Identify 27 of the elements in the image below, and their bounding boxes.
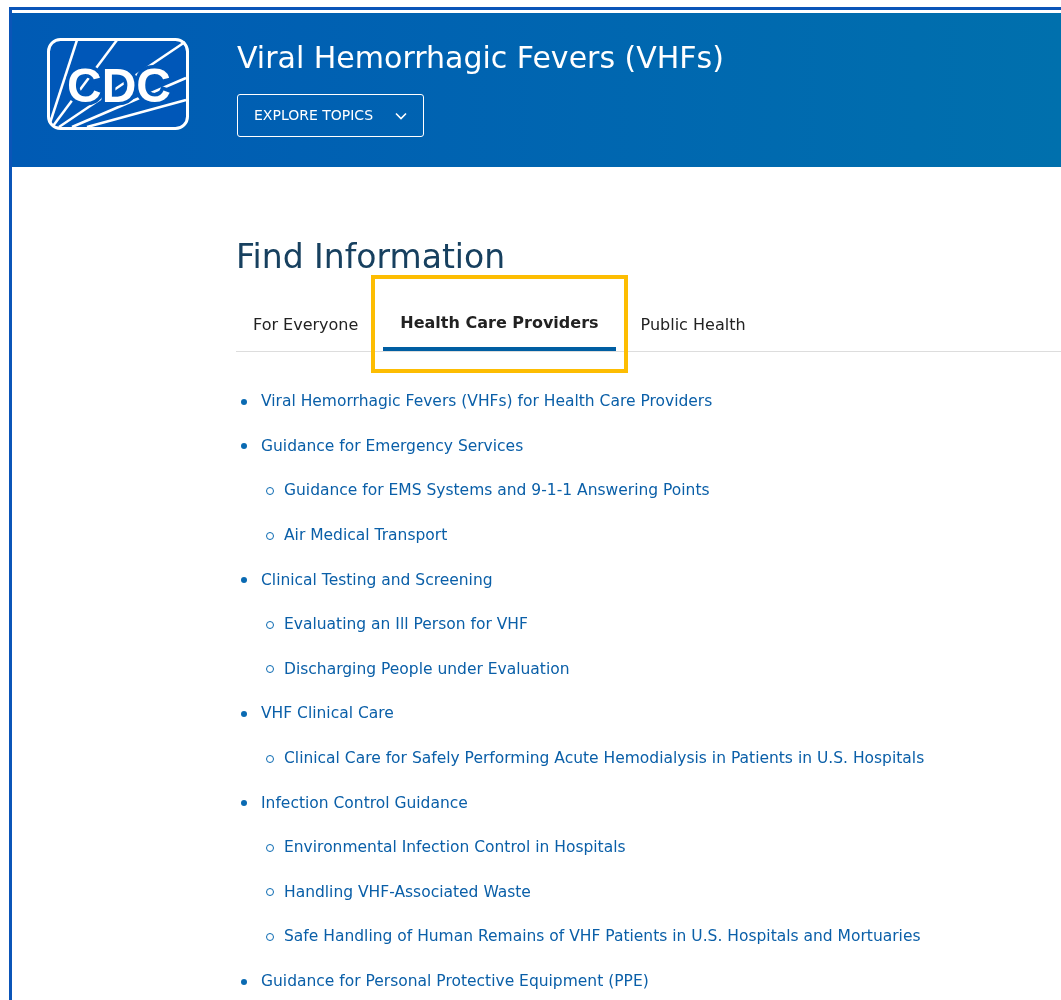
topic-link[interactable]: Discharging People under Evaluation <box>284 657 570 682</box>
topic-link[interactable]: Clinical Testing and Screening <box>261 568 493 592</box>
bullet-icon <box>241 577 247 584</box>
topic-link[interactable]: Guidance for Emergency Services <box>261 434 524 459</box>
bullet-icon <box>241 800 247 807</box>
topic-link[interactable]: Guidance for EMS Systems and 9-1-1 Answering Points <box>284 479 710 503</box>
topic-link[interactable]: Environmental Infection Control in Hospitals <box>284 836 626 860</box>
page-title: Viral Hemorrhagic Fevers (VHFs) <box>237 40 724 76</box>
bullet-icon <box>241 978 247 985</box>
topic-link[interactable]: Evaluating an Ill Person for VHF <box>284 613 528 637</box>
topic-link[interactable]: Guidance for Personal Protective Equipment (PPE) <box>261 970 649 994</box>
topic-link[interactable]: Air Medical Transport <box>284 524 448 548</box>
topic-link[interactable]: Viral Hemorrhagic Fevers (VHFs) for Health Care Providers <box>261 390 713 414</box>
topic-link[interactable]: Safe Handling of Human Remains of VHF Patients in U.S. Hospitals and Mortuaries <box>284 925 921 949</box>
explore-topics-button[interactable]: EXPLORE TOPICS <box>237 94 425 137</box>
topic-link[interactable]: Infection Control Guidance <box>261 791 468 815</box>
section-heading: Find Information <box>236 237 507 277</box>
tab[interactable]: Public Health <box>623 304 763 351</box>
chevron-down-icon <box>395 111 408 120</box>
bullet-icon <box>241 711 247 718</box>
tab[interactable]: Health Care Providers <box>383 302 616 351</box>
topic-link[interactable]: Clinical Care for Safely Performing Acute Hemodialysis in Patients in U.S. Hospitals <box>284 747 925 771</box>
bullet-icon <box>241 443 247 450</box>
topic-link[interactable]: VHF Clinical Care <box>261 702 394 726</box>
bullet-icon <box>241 398 247 405</box>
tab[interactable]: For Everyone <box>236 304 376 351</box>
topic-link[interactable]: Handling VHF-Associated Waste <box>284 880 531 905</box>
